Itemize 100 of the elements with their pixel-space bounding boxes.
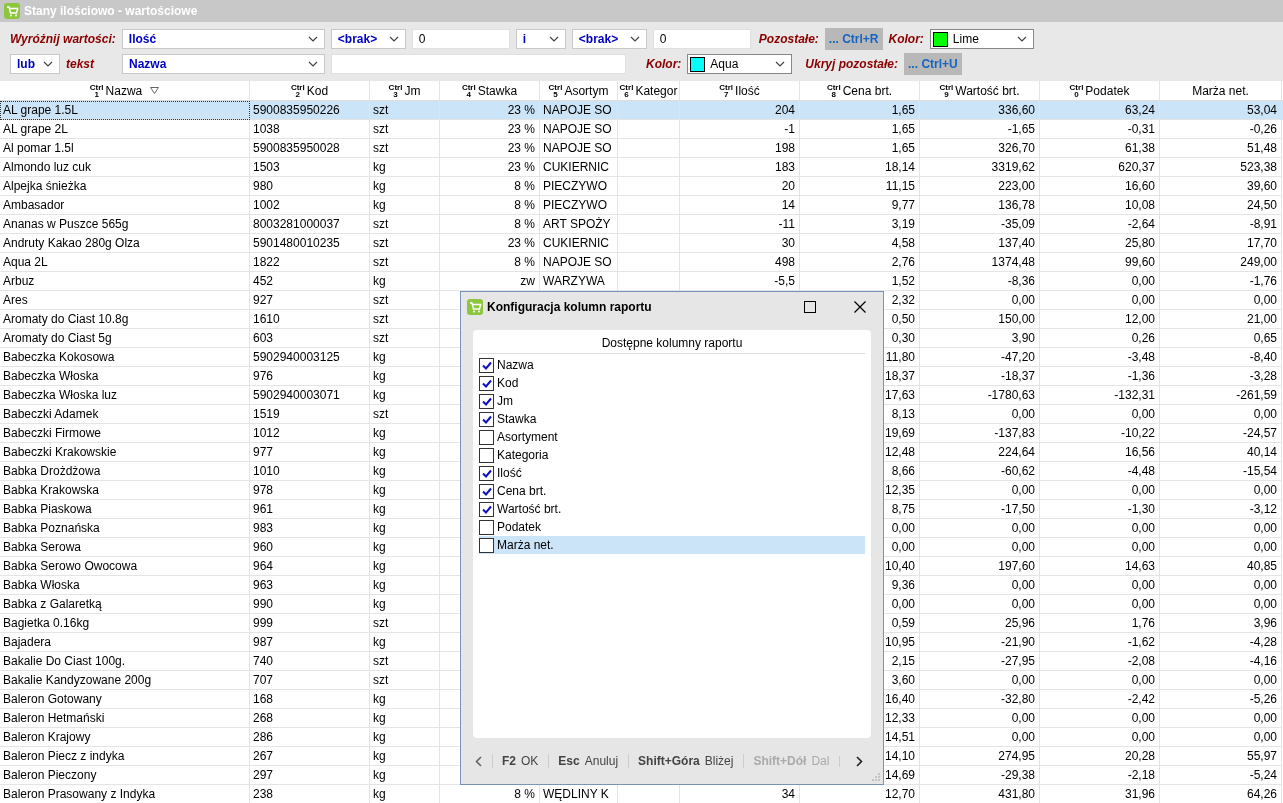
table-cell: 12,00 <box>1124 312 1155 326</box>
table-cell: Bakalie Do Ciast 100g. <box>3 654 126 668</box>
table-cell: 1038 <box>253 122 280 136</box>
table-cell: szt <box>373 331 389 345</box>
chevron-left-icon[interactable] <box>475 755 482 767</box>
column-option[interactable]: Jm <box>479 392 865 410</box>
checkbox[interactable] <box>479 519 494 535</box>
column-option[interactable]: Kategoria <box>479 446 865 464</box>
table-row[interactable]: AL grape 1.5L 5900835950226 szt 23 % NAPOJE SO 204 1,65 336,60 63,24 53,04 <box>0 101 1283 120</box>
joiner-select[interactable]: i <box>515 29 566 49</box>
table-row[interactable]: Andruty Kakao 280g Olza 5901480010235 szt 23 % CUKIERNIC 30 4,58 137,40 25,80 17,70 <box>0 234 1283 253</box>
table-cell: 0,00 <box>1011 293 1035 307</box>
table-cell: 0,00 <box>1253 597 1277 611</box>
table-cell: Ares <box>3 293 28 307</box>
column-option[interactable]: Cena brt. <box>479 482 865 500</box>
table-cell: AL grape 2L <box>3 122 68 136</box>
checkbox[interactable] <box>479 429 494 445</box>
table-cell: 1012 <box>253 426 280 440</box>
column-header[interactable]: Marża net. <box>1160 81 1282 100</box>
footer-button[interactable]: Esc Anuluj <box>548 754 619 768</box>
value-input[interactable]: 0 <box>652 29 751 49</box>
checkbox[interactable] <box>479 501 494 517</box>
column-option[interactable]: Ilość <box>479 464 865 482</box>
table-row[interactable]: Ananas w Puszce 565g 8003281000037 szt 8 % ART SPOŻY -11 3,19 -35,09 -2,64 -8,91 <box>0 215 1283 234</box>
table-row[interactable]: Almondo luz cuk 1503 kg 23 % CUKIERNIC 183 18,14 3319,62 620,37 523,38 <box>0 158 1283 177</box>
checkbox[interactable] <box>479 375 494 391</box>
table-cell: szt <box>373 103 389 117</box>
table-cell: 40,14 <box>1246 445 1277 459</box>
color-select[interactable]: Lime <box>929 29 1034 49</box>
table-cell: 0,00 <box>1253 578 1277 592</box>
column-option[interactable]: Podatek <box>479 518 865 536</box>
table-cell: 0,00 <box>1253 293 1277 307</box>
table-row[interactable]: Aqua 2L 1822 szt 8 % NAPOJE SO 498 2,76 1374,48 99,60 249,00 <box>0 253 1283 272</box>
checkbox[interactable] <box>479 447 494 463</box>
column-option[interactable]: Nazwa <box>479 356 865 374</box>
chevron-right-icon[interactable] <box>839 755 864 767</box>
table-cell: 23 % <box>507 103 535 117</box>
column-option[interactable]: Stawka <box>479 410 865 428</box>
table-cell: Aromaty do Ciast 5g <box>3 331 112 345</box>
table-cell: kg <box>373 198 386 212</box>
field-select[interactable]: Ilość <box>121 29 325 49</box>
column-option[interactable]: Wartość brt. <box>479 500 865 518</box>
table-cell: -132,31 <box>1114 388 1155 402</box>
checkbox[interactable] <box>479 393 494 409</box>
table-cell: -29,38 <box>1000 768 1035 782</box>
table-cell: 0,00 <box>1131 293 1155 307</box>
table-cell: -60,62 <box>1000 464 1035 478</box>
checkbox[interactable] <box>479 465 494 481</box>
checkbox[interactable] <box>479 483 494 499</box>
table-cell: 978 <box>253 483 274 497</box>
option-label: Kategoria <box>497 448 549 462</box>
table-cell: 336,60 <box>998 103 1035 117</box>
column-option[interactable]: Kod <box>479 374 865 392</box>
checkbox[interactable] <box>479 411 494 427</box>
table-row[interactable]: Alpejka śnieżka 980 kg 8 % PIECZYWO 20 11,15 223,00 16,60 39,60 <box>0 177 1283 196</box>
table-cell: 0,00 <box>1131 540 1155 554</box>
table-cell: -1,65 <box>1007 122 1035 136</box>
table-cell: 0,00 <box>1131 407 1155 421</box>
close-icon[interactable] <box>854 301 866 313</box>
table-cell: -8,40 <box>1249 350 1277 364</box>
column-option[interactable]: Asortyment <box>479 428 865 446</box>
resize-grip-icon[interactable] <box>872 773 880 781</box>
footer-button[interactable]: Shift+Góra Bliżej <box>628 754 734 768</box>
maximize-icon[interactable] <box>804 301 816 313</box>
table-cell: 39,60 <box>1246 179 1277 193</box>
column-option[interactable]: Marża net. <box>479 536 865 554</box>
table-cell: Babeczki Firmowe <box>3 426 102 440</box>
footer-button[interactable]: F2 OK <box>492 754 539 768</box>
table-cell: 16,60 <box>1124 179 1155 193</box>
text-input[interactable] <box>331 54 626 74</box>
table-row[interactable]: AL grape 2L 1038 szt 23 % NAPOJE SO -1 1,65 -1,65 -0,31 -0,26 <box>0 120 1283 139</box>
table-cell: Babka Drożdżowa <box>3 464 101 478</box>
table-cell: -1780,63 <box>987 388 1035 402</box>
table-cell: szt <box>373 654 389 668</box>
operator-select[interactable]: <brak> <box>330 29 406 49</box>
table-cell: 10,95 <box>884 635 915 649</box>
table-cell: 1374,48 <box>991 255 1035 269</box>
table-cell: 326,70 <box>998 141 1035 155</box>
table-cell: -2,42 <box>1127 692 1155 706</box>
table-cell: 498 <box>774 255 795 269</box>
table-cell: szt <box>373 217 389 231</box>
table-cell: 286 <box>253 730 274 744</box>
table-cell: -3,48 <box>1127 350 1155 364</box>
table-cell: 0,00 <box>1011 407 1035 421</box>
table-cell: 8 % <box>514 255 535 269</box>
operator-select[interactable]: <brak> <box>571 29 647 49</box>
checkbox[interactable] <box>479 357 494 373</box>
table-cell: 977 <box>253 445 274 459</box>
checkbox[interactable] <box>479 537 494 553</box>
text-field-select[interactable]: Nazwa <box>122 54 325 74</box>
table-cell: NAPOJE SO <box>543 141 612 155</box>
table-cell: 927 <box>253 293 274 307</box>
color-select[interactable]: Aqua <box>687 54 793 74</box>
table-cell: 0,00 <box>1253 673 1277 687</box>
logic-select[interactable]: lub <box>10 54 60 74</box>
table-cell: 23 % <box>507 141 535 155</box>
table-row[interactable]: Al pomar 1.5l 5900835950028 szt 23 % NAPOJE SO 198 1,65 326,70 61,38 51,48 <box>0 139 1283 158</box>
caret-icon <box>388 36 399 42</box>
value-input[interactable]: 0 <box>411 29 510 49</box>
table-row[interactable]: Ambasador 1002 kg 8 % PIECZYWO 14 9,77 136,78 10,08 24,50 <box>0 196 1283 215</box>
